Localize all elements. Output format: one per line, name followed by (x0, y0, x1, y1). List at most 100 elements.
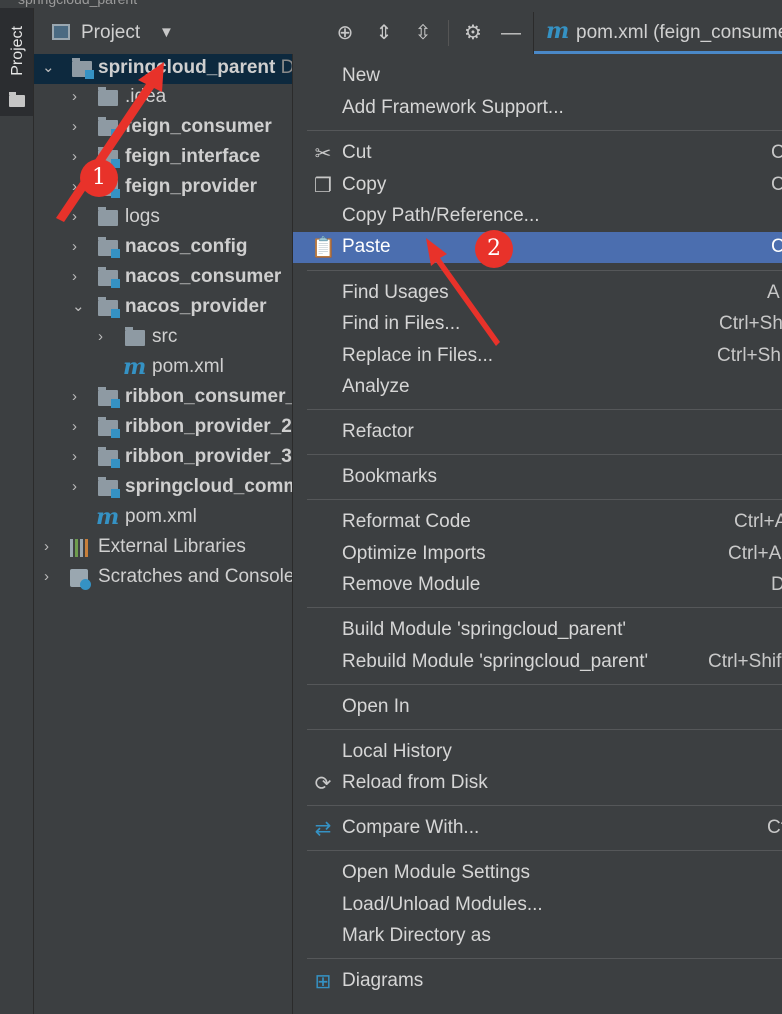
menu-item-new[interactable]: New (293, 61, 782, 92)
chevron-right-icon[interactable]: › (98, 328, 110, 346)
tree-item-label: pom.xml (125, 506, 197, 527)
tree-row[interactable]: m pom.xml (34, 353, 292, 383)
menu-item-label: Rebuild Module 'springcloud_parent' (342, 651, 649, 672)
menu-item-label: Load/Unload Modules... (342, 894, 543, 915)
menu-item-shortcut: C (771, 174, 782, 196)
tree-item-label: logs (125, 206, 160, 227)
menu-item-find-usages[interactable]: Find Usages A (293, 278, 782, 309)
menu-separator (307, 409, 782, 410)
menu-item-bookmarks[interactable]: Bookmarks (293, 462, 782, 493)
chevron-right-icon[interactable]: › (72, 268, 84, 286)
chevron-right-icon[interactable]: › (72, 208, 84, 226)
menu-item-label: Add Framework Support... (342, 97, 564, 118)
chevron-right-icon[interactable]: › (72, 448, 84, 466)
chevron-right-icon[interactable]: › (72, 238, 84, 256)
tree-item-label: External Libraries (98, 536, 246, 557)
expand-all-icon[interactable]: ⇕ (371, 20, 397, 46)
project-panel-header[interactable]: Project ▼ (34, 12, 292, 54)
project-view-icon (52, 24, 70, 40)
editor-tab-pom[interactable]: m pom.xml (feign_consumer) (533, 12, 782, 54)
tree-item-label: ribbon_provider_3 (125, 446, 292, 467)
tree-row[interactable]: › ribbon_provider_3 (34, 443, 292, 473)
tree-item-label: feign_interface (125, 146, 261, 167)
tree-row[interactable]: › feign_provider (34, 173, 292, 203)
menu-item-open-module-settings[interactable]: Open Module Settings (293, 858, 782, 889)
collapse-all-icon[interactable]: ⇳ (410, 20, 436, 46)
menu-item-copy-path[interactable]: Copy Path/Reference... (293, 201, 782, 232)
project-tool-tab[interactable]: Project (0, 8, 33, 116)
tree-row[interactable]: m pom.xml (34, 503, 292, 533)
tree-row[interactable]: › feign_consumer (34, 113, 292, 143)
menu-item-find-in-files[interactable]: Find in Files... Ctrl+Sh (293, 309, 782, 340)
chevron-down-icon[interactable]: ⌄ (42, 59, 55, 77)
tree-row[interactable]: › src (34, 323, 292, 353)
tree-row-root[interactable]: ⌄ springcloud_parent D (34, 54, 292, 84)
project-toolbar: ⊕ ⇕ ⇳ ⚙ — (292, 12, 532, 54)
maven-icon: m (546, 18, 570, 44)
chevron-right-icon[interactable]: › (72, 118, 84, 136)
tree-root-label: springcloud_parent D (98, 57, 292, 78)
chevron-right-icon[interactable]: › (72, 418, 84, 436)
menu-item-rebuild-module[interactable]: Rebuild Module 'springcloud_parent' Ctrl+… (293, 647, 782, 678)
menu-item-paste[interactable]: 📋 Paste C (293, 232, 782, 263)
editor-tab-label: pom.xml (feign_consumer) (576, 22, 782, 43)
tree-row[interactable]: › springcloud_comm (34, 473, 292, 503)
tree-row[interactable]: › ribbon_provider_2 (34, 413, 292, 443)
chevron-right-icon[interactable]: › (72, 388, 84, 406)
tree-row[interactable]: › logs (34, 203, 292, 233)
tree-item-label: nacos_config (125, 236, 248, 257)
module-folder-icon (98, 267, 120, 288)
chevron-right-icon[interactable]: › (72, 88, 84, 106)
menu-item-diagrams[interactable]: ⊞ Diagrams (293, 966, 782, 997)
tree-item-label: feign_provider (125, 176, 257, 197)
chevron-right-icon[interactable]: › (44, 568, 56, 586)
menu-item-shortcut: Ctrl+A (728, 543, 782, 564)
tree-row[interactable]: ⌄ nacos_provider (34, 293, 292, 323)
menu-item-replace-in-files[interactable]: Replace in Files... Ctrl+Sh (293, 341, 782, 372)
menu-item-reload-from-disk[interactable]: ⟳ Reload from Disk (293, 768, 782, 799)
chevron-down-icon[interactable]: ▼ (159, 24, 174, 41)
chevron-down-icon[interactable]: ⌄ (72, 298, 85, 316)
menu-item-label: Find in Files... (342, 313, 461, 334)
chevron-right-icon[interactable]: › (72, 478, 84, 496)
menu-item-copy[interactable]: ❐ Copy C (293, 170, 782, 201)
chevron-right-icon[interactable]: › (72, 148, 84, 166)
menu-item-add-framework[interactable]: Add Framework Support... (293, 93, 782, 124)
tree-item-label: ribbon_provider_2 (125, 416, 292, 437)
menu-item-cut[interactable]: ✂ Cut C (293, 138, 782, 169)
libraries-icon (70, 539, 90, 557)
menu-item-local-history[interactable]: Local History (293, 737, 782, 768)
window-title: springcloud_parent (18, 0, 137, 7)
tree-row[interactable]: › .idea (34, 83, 292, 113)
tree-row[interactable]: › feign_interface (34, 143, 292, 173)
menu-item-compare-with[interactable]: ⇄ Compare With... Ct (293, 813, 782, 844)
menu-item-build-module[interactable]: Build Module 'springcloud_parent' (293, 615, 782, 646)
menu-item-refactor[interactable]: Refactor (293, 417, 782, 448)
menu-item-load-unload-modules[interactable]: Load/Unload Modules... (293, 890, 782, 921)
menu-separator (307, 958, 782, 959)
tree-item-label: pom.xml (152, 356, 224, 377)
annotation-badge-1: 1 (80, 159, 118, 197)
menu-item-label: Replace in Files... (342, 345, 494, 366)
menu-item-remove-module[interactable]: Remove Module D (293, 570, 782, 601)
menu-item-open-in[interactable]: Open In (293, 692, 782, 723)
chevron-right-icon[interactable]: › (44, 538, 56, 556)
tree-row[interactable]: › ribbon_consumer_ (34, 383, 292, 413)
tree-row[interactable]: › Scratches and Console (34, 563, 292, 593)
menu-item-mark-directory-as[interactable]: Mark Directory as (293, 921, 782, 952)
menu-item-reformat-code[interactable]: Reformat Code Ctrl+A (293, 507, 782, 538)
menu-item-label: Open In (342, 696, 410, 717)
menu-separator (307, 684, 782, 685)
compare-icon: ⇄ (314, 818, 332, 840)
settings-icon[interactable]: ⚙ (460, 20, 486, 46)
menu-item-optimize-imports[interactable]: Optimize Imports Ctrl+A (293, 539, 782, 570)
menu-separator (307, 729, 782, 730)
menu-item-analyze[interactable]: Analyze (293, 372, 782, 403)
locate-icon[interactable]: ⊕ (332, 20, 358, 46)
tree-row[interactable]: › External Libraries (34, 533, 292, 563)
tree-item-label: .idea (125, 86, 167, 107)
menu-item-shortcut: Ctrl+Sh (719, 313, 782, 334)
tree-row[interactable]: › nacos_config (34, 233, 292, 263)
hide-icon[interactable]: — (498, 20, 524, 46)
tree-row[interactable]: › nacos_consumer (34, 263, 292, 293)
